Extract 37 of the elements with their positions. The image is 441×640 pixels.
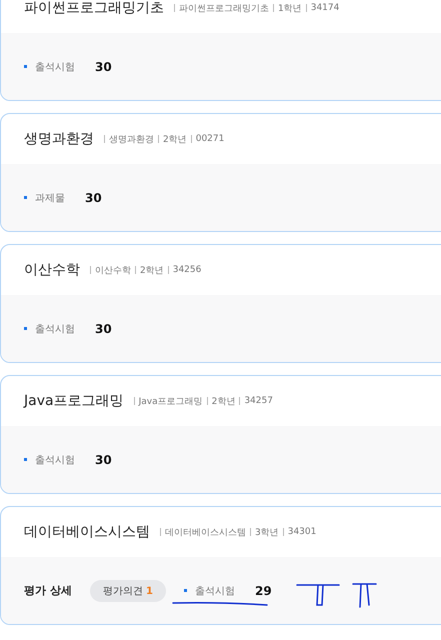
course-meta: 34257 — [244, 396, 273, 406]
score-label: 출석시험 — [35, 60, 75, 74]
course-meta: 34174 — [310, 3, 340, 13]
course-meta: 00271 — [196, 134, 224, 144]
course-meta: 3학년 — [255, 526, 279, 538]
course-meta: 2학년 — [140, 264, 164, 276]
score-label: 과제물 — [35, 192, 65, 204]
course-meta: Java프로그래밍 — [138, 396, 203, 408]
course-meta: 34256 — [172, 265, 202, 275]
score-value: 30 — [95, 60, 112, 74]
score-label: 출석시험 — [35, 454, 75, 466]
score-label: 출석시험 — [35, 322, 75, 336]
course-meta: 파이썬프로그래밍기초 — [179, 2, 269, 14]
score-label: 출석시험 — [195, 584, 235, 598]
course-title: 이산수학 — [24, 261, 80, 279]
bullet-icon — [24, 65, 27, 68]
course-meta: 2학년 — [212, 396, 236, 408]
course-title: 파이썬프로그래밍기초 — [24, 0, 164, 17]
detail-label: 평가 상세 — [24, 583, 72, 598]
bullet-icon — [24, 327, 27, 330]
course-title: 데이터베이스시스템 — [24, 523, 150, 541]
score-value: 30 — [95, 322, 112, 336]
bullet-icon — [24, 196, 27, 199]
course-meta: 34301 — [288, 527, 316, 537]
score-value: 30 — [95, 452, 112, 466]
score-value: 29 — [255, 584, 272, 598]
course-title: Java프로그래밍 — [24, 392, 124, 410]
course-meta: 데이터베이스시스템 — [165, 526, 246, 538]
course-meta: 2학년 — [163, 134, 187, 146]
bullet-icon — [184, 589, 187, 592]
opinion-badge[interactable]: 평가의견 1 — [90, 580, 166, 602]
course-meta: 생명과환경 — [109, 134, 154, 146]
course-meta: 1학년 — [278, 2, 302, 14]
score-value: 30 — [85, 190, 102, 204]
course-meta: 이산수학 — [95, 264, 131, 276]
course-title: 생명과환경 — [24, 130, 94, 148]
bullet-icon — [24, 458, 27, 461]
